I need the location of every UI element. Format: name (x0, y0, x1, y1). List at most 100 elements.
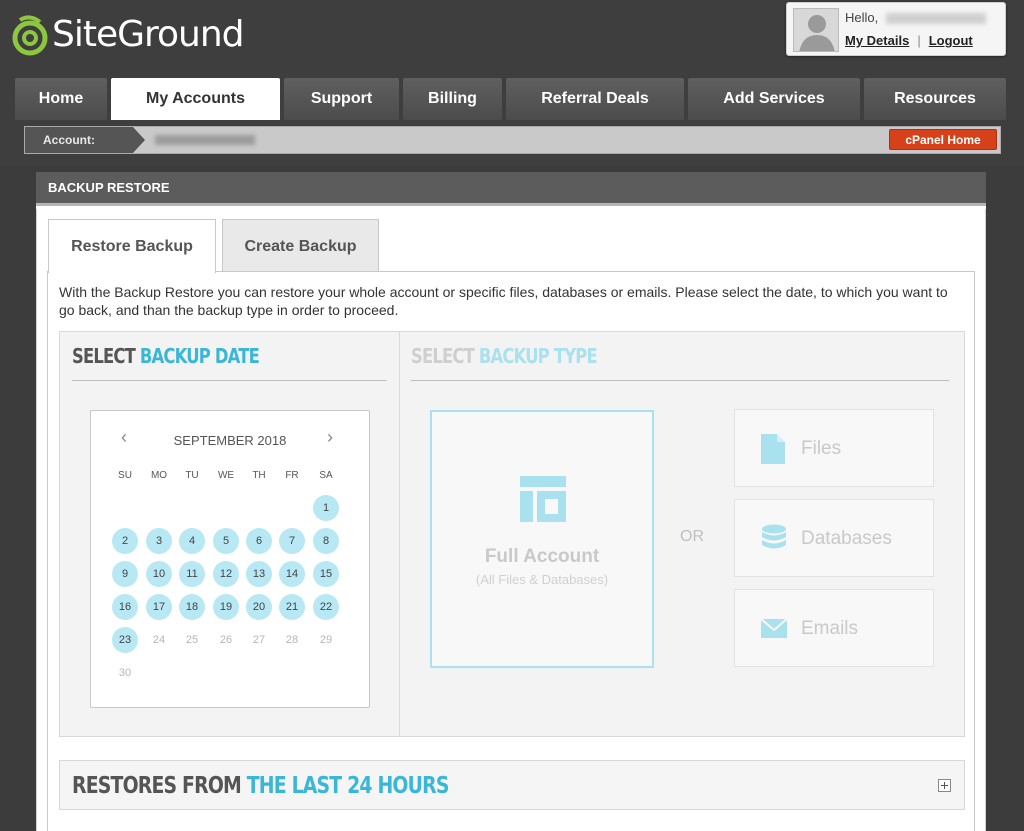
cpanel-home-button[interactable]: cPanel Home (889, 129, 997, 150)
calendar-day[interactable]: 3 (146, 528, 172, 554)
calendar-day[interactable]: 9 (112, 561, 138, 587)
nav-tab-home[interactable]: Home (15, 78, 107, 120)
calendar-day[interactable]: 19 (213, 594, 239, 620)
backup-type-heading: SELECT BACKUP TYPE (411, 344, 598, 368)
database-icon (762, 524, 786, 549)
heading-divider (72, 380, 387, 381)
main-nav: Home My Accounts Support Billing Referra… (15, 78, 1010, 120)
panel-title: BACKUP RESTORE (36, 172, 986, 206)
backup-date-column: SELECT BACKUP DATE ‹ › SEPTEMBER 2018 SU… (60, 332, 399, 736)
or-label: OR (680, 528, 704, 545)
nav-tab-my-accounts[interactable]: My Accounts (111, 78, 280, 120)
calendar-day[interactable]: 20 (246, 594, 272, 620)
backup-type-heading-dark: SELECT (411, 344, 475, 368)
panel-body: Restore Backup Create Backup With the Ba… (36, 209, 986, 831)
calendar-day: 28 (285, 634, 299, 646)
calendar-day: 25 (185, 634, 199, 646)
tab-restore-backup[interactable]: Restore Backup (48, 219, 216, 273)
calendar-day[interactable]: 1 (313, 495, 339, 521)
calendar-day[interactable]: 2 (112, 528, 138, 554)
envelope-icon (761, 618, 787, 638)
nav-tab-referral-deals[interactable]: Referral Deals (506, 78, 684, 120)
full-account-label: Full Account (484, 546, 600, 567)
weekday-label: WE (217, 470, 235, 481)
calendar-day[interactable]: 16 (112, 594, 138, 620)
calendar-day: 27 (252, 634, 266, 646)
calendar-day[interactable]: 15 (313, 561, 339, 587)
calendar-day[interactable]: 23 (112, 627, 138, 653)
calendar-day[interactable]: 7 (279, 528, 305, 554)
calendar-day[interactable]: 12 (213, 561, 239, 587)
tab-create-backup[interactable]: Create Backup (222, 219, 379, 272)
weekday-label: MO (150, 470, 168, 481)
calendar-day[interactable]: 13 (246, 561, 272, 587)
nav-tab-support[interactable]: Support (284, 78, 399, 120)
siteground-logo-icon (12, 15, 48, 56)
calendar-day[interactable]: 22 (313, 594, 339, 620)
weekday-label: SU (118, 470, 132, 481)
calendar-day[interactable]: 4 (179, 528, 205, 554)
restores-heading-dark: RESTORES FROM (72, 773, 242, 799)
backup-type-column: SELECT BACKUP TYPE Full Account (All Fil… (399, 332, 964, 736)
expand-plus-icon[interactable] (938, 779, 951, 792)
restores-last-24-hours[interactable]: RESTORES FROM THE LAST 24 HOURS (59, 760, 965, 810)
backup-date-heading: SELECT BACKUP DATE (72, 344, 260, 368)
backup-wizard: SELECT BACKUP DATE ‹ › SEPTEMBER 2018 SU… (59, 331, 965, 737)
nav-tab-resources[interactable]: Resources (864, 78, 1006, 120)
calendar-day: 26 (219, 634, 233, 646)
top-header: SiteGround Hello, My Details | Logout Home… (0, 0, 1024, 165)
logo-text: SiteGround (52, 13, 245, 55)
avatar (793, 8, 839, 52)
nav-tab-billing[interactable]: Billing (403, 78, 502, 120)
calendar-day[interactable]: 8 (313, 528, 339, 554)
full-account-option[interactable]: Full Account (All Files & Databases) (430, 410, 654, 668)
user-box: Hello, My Details | Logout (786, 2, 1006, 56)
weekday-label: FR (285, 470, 299, 481)
calendar-day: 30 (118, 667, 132, 679)
restores-heading-blue: THE LAST 24 HOURS (246, 773, 450, 799)
calendar-day[interactable]: 11 (179, 561, 205, 587)
siteground-logo[interactable]: SiteGround (12, 8, 245, 60)
calendar-day[interactable]: 6 (246, 528, 272, 554)
calendar-day: 24 (152, 634, 166, 646)
greeting: Hello, (845, 10, 986, 25)
files-option[interactable]: Files (734, 409, 934, 487)
link-separator: | (917, 33, 921, 48)
emails-option[interactable]: Emails (734, 589, 934, 667)
calendar-day[interactable]: 5 (213, 528, 239, 554)
backup-date-heading-blue: BACKUP DATE (139, 344, 260, 368)
full-account-sublabel: (All Files & Databases) (475, 572, 609, 587)
username-redacted (885, 13, 986, 25)
databases-option[interactable]: Databases (734, 499, 934, 577)
nav-tab-add-services[interactable]: Add Services (688, 78, 860, 120)
calendar-day[interactable]: 10 (146, 561, 172, 587)
calendar-day[interactable]: 18 (179, 594, 205, 620)
calendar-month: SEPTEMBER 2018 (173, 433, 287, 448)
greeting-text: Hello, (845, 10, 879, 25)
databases-label: Databases (801, 528, 892, 549)
account-label: Account: (25, 127, 133, 153)
account-label-arrow (133, 127, 145, 153)
weekday-label: TU (185, 470, 199, 481)
file-icon (761, 434, 785, 464)
calendar-day: 29 (319, 634, 333, 646)
restores-heading: RESTORES FROM THE LAST 24 HOURS (72, 773, 449, 799)
user-silhouette-icon (799, 15, 835, 51)
calendar-day[interactable]: 17 (146, 594, 172, 620)
files-label: Files (801, 438, 842, 459)
logout-link[interactable]: Logout (929, 33, 973, 48)
layout-icon (520, 476, 566, 522)
intro-text: With the Backup Restore you can restore … (59, 284, 948, 318)
account-name-redacted (155, 135, 255, 145)
weekday-label: SA (319, 470, 333, 481)
heading-divider (411, 380, 949, 381)
weekday-label: TH (252, 470, 266, 481)
calendar-day[interactable]: 21 (279, 594, 305, 620)
user-links: My Details | Logout (845, 33, 973, 48)
account-bar: Account: cPanel Home (24, 126, 1001, 154)
my-details-link[interactable]: My Details (845, 33, 909, 48)
calendar-day[interactable]: 14 (279, 561, 305, 587)
backup-type-heading-blue: BACKUP TYPE (478, 344, 598, 368)
backup-date-heading-dark: SELECT (72, 344, 136, 368)
backup-restore-panel: BACKUP RESTORE Restore Backup Create Bac… (36, 172, 986, 831)
